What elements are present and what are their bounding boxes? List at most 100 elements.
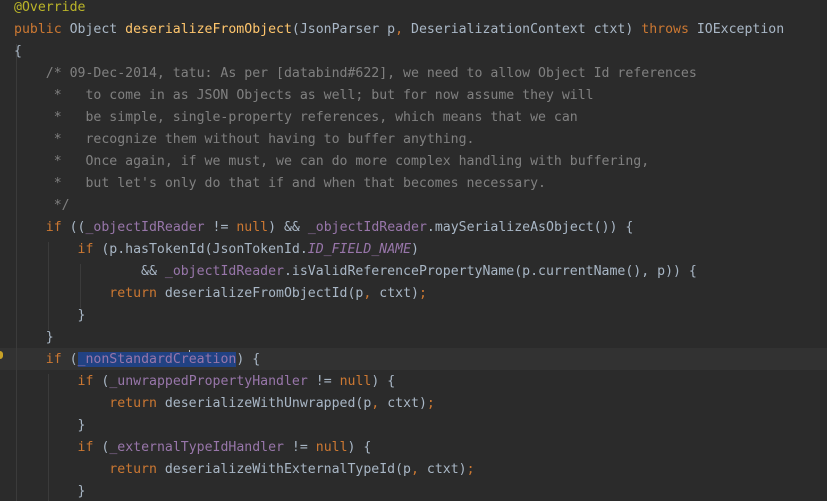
code-line[interactable]: return deserializeWithUnwrapped(p, ctxt)…: [14, 393, 435, 415]
code-line[interactable]: /* 09-Dec-2014, tatu: As per [databind#6…: [14, 63, 697, 85]
code-line[interactable]: if ((_objectIdReader != null) && _object…: [14, 217, 634, 239]
code-token: _nonStandardCr: [77, 352, 189, 367]
code-token: ctxt): [387, 396, 427, 411]
code-token: * be simple, single-property references,…: [45, 110, 578, 125]
code-token: if: [45, 352, 70, 367]
code-token: Object: [69, 22, 126, 37]
code-line[interactable]: && _objectIdReader.isValidReferencePrope…: [14, 261, 697, 283]
code-line[interactable]: return deserializeWithExternalTypeId(p, …: [14, 459, 475, 481]
code-token: null: [236, 220, 269, 235]
code-line[interactable]: * recognize them without having to buffe…: [14, 129, 475, 151]
code-token: !=: [307, 374, 340, 389]
code-token: return: [109, 286, 165, 301]
code-token: (JsonParser p: [291, 22, 396, 37]
code-token: !=: [204, 220, 237, 235]
code-token: ) {: [371, 374, 396, 389]
code-line[interactable]: @Override: [14, 0, 85, 19]
code-line[interactable]: if (_nonStandardCreation) {: [14, 349, 260, 371]
code-token: deserializeWithUnwrapped(p: [164, 396, 372, 411]
code-token: * Once again, if we must, we can do more…: [45, 154, 650, 169]
code-token: public: [14, 22, 70, 37]
code-token: if: [77, 374, 102, 389]
code-line[interactable]: {: [14, 41, 22, 63]
code-editor[interactable]: @Override public Object deserializeFromOb…: [0, 0, 827, 501]
code-token: ) &&: [268, 220, 308, 235]
code-token: * to come in as JSON Objects as well; bu…: [45, 88, 594, 103]
code-token: deserializeFromObject: [125, 22, 292, 37]
code-token: ): [411, 242, 419, 257]
code-token: }: [77, 308, 86, 323]
code-line[interactable]: * but let's only do that if and when tha…: [14, 173, 546, 195]
code-line[interactable]: if (_externalTypeIdHandler != null) {: [14, 437, 372, 459]
code-token: ) {: [347, 440, 372, 455]
code-line[interactable]: }: [14, 415, 86, 437]
code-token: ) {: [236, 352, 261, 367]
code-token: &&: [141, 264, 165, 279]
code-token: return: [109, 462, 165, 477]
code-line[interactable]: * be simple, single-property references,…: [14, 107, 578, 129]
code-token: eation: [188, 352, 237, 367]
code-token: deserializeFromObjectId(p: [164, 286, 364, 301]
code-line[interactable]: }: [14, 305, 86, 327]
code-line[interactable]: return deserializeFromObjectId(p, ctxt);: [14, 283, 427, 305]
code-token: .maySerializeAsObject()) {: [426, 220, 634, 235]
code-token: !=: [283, 440, 316, 455]
code-token: (: [69, 352, 78, 367]
code-token: }: [77, 418, 86, 433]
code-token: ;: [418, 286, 427, 301]
code-token: _externalTypeIdHandler: [109, 440, 284, 455]
code-line[interactable]: if (p.hasTokenId(JsonTokenId.ID_FIELD_NA…: [14, 239, 419, 261]
code-token: ctxt): [379, 286, 419, 301]
code-token: _objectIdReader: [164, 264, 284, 279]
code-token: _objectIdReader: [85, 220, 205, 235]
code-line[interactable]: }: [14, 481, 86, 501]
code-token: ,: [371, 396, 388, 411]
code-line[interactable]: */: [14, 195, 70, 217]
code-token: null: [315, 440, 348, 455]
code-token: if: [77, 242, 102, 257]
code-token: ctxt): [426, 462, 467, 477]
code-token: deserializeWithExternalTypeId(p: [164, 462, 411, 477]
code-token: }: [77, 484, 86, 499]
code-line[interactable]: }: [14, 327, 54, 349]
code-token: if: [77, 440, 102, 455]
code-line[interactable]: if (_unwrappedPropertyHandler != null) {: [14, 371, 396, 393]
code-token: ID_FIELD_NAME: [307, 242, 412, 257]
code-token: .isValidReferencePropertyName(p.currentN…: [283, 264, 697, 279]
code-token: /* 09-Dec-2014, tatu: As per [databind#6…: [45, 66, 697, 81]
code-token: throws: [641, 22, 697, 37]
code-token: ;: [466, 462, 475, 477]
code-token: DeserializationContext ctxt): [411, 22, 642, 37]
code-token: @Override: [14, 0, 86, 15]
code-token: (p.hasTokenId(JsonTokenId.: [101, 242, 308, 257]
code-token: ,: [363, 286, 380, 301]
code-token: ((: [69, 220, 86, 235]
code-token: ;: [426, 396, 435, 411]
code-line[interactable]: * Once again, if we must, we can do more…: [14, 151, 649, 173]
code-token: * but let's only do that if and when tha…: [45, 176, 546, 191]
code-line[interactable]: * to come in as JSON Objects as well; bu…: [14, 85, 594, 107]
code-token: _objectIdReader: [307, 220, 427, 235]
code-token: return: [109, 396, 165, 411]
code-token: ,: [395, 22, 411, 37]
code-token: null: [339, 374, 372, 389]
code-line[interactable]: public Object deserializeFromObject(Json…: [14, 19, 784, 41]
